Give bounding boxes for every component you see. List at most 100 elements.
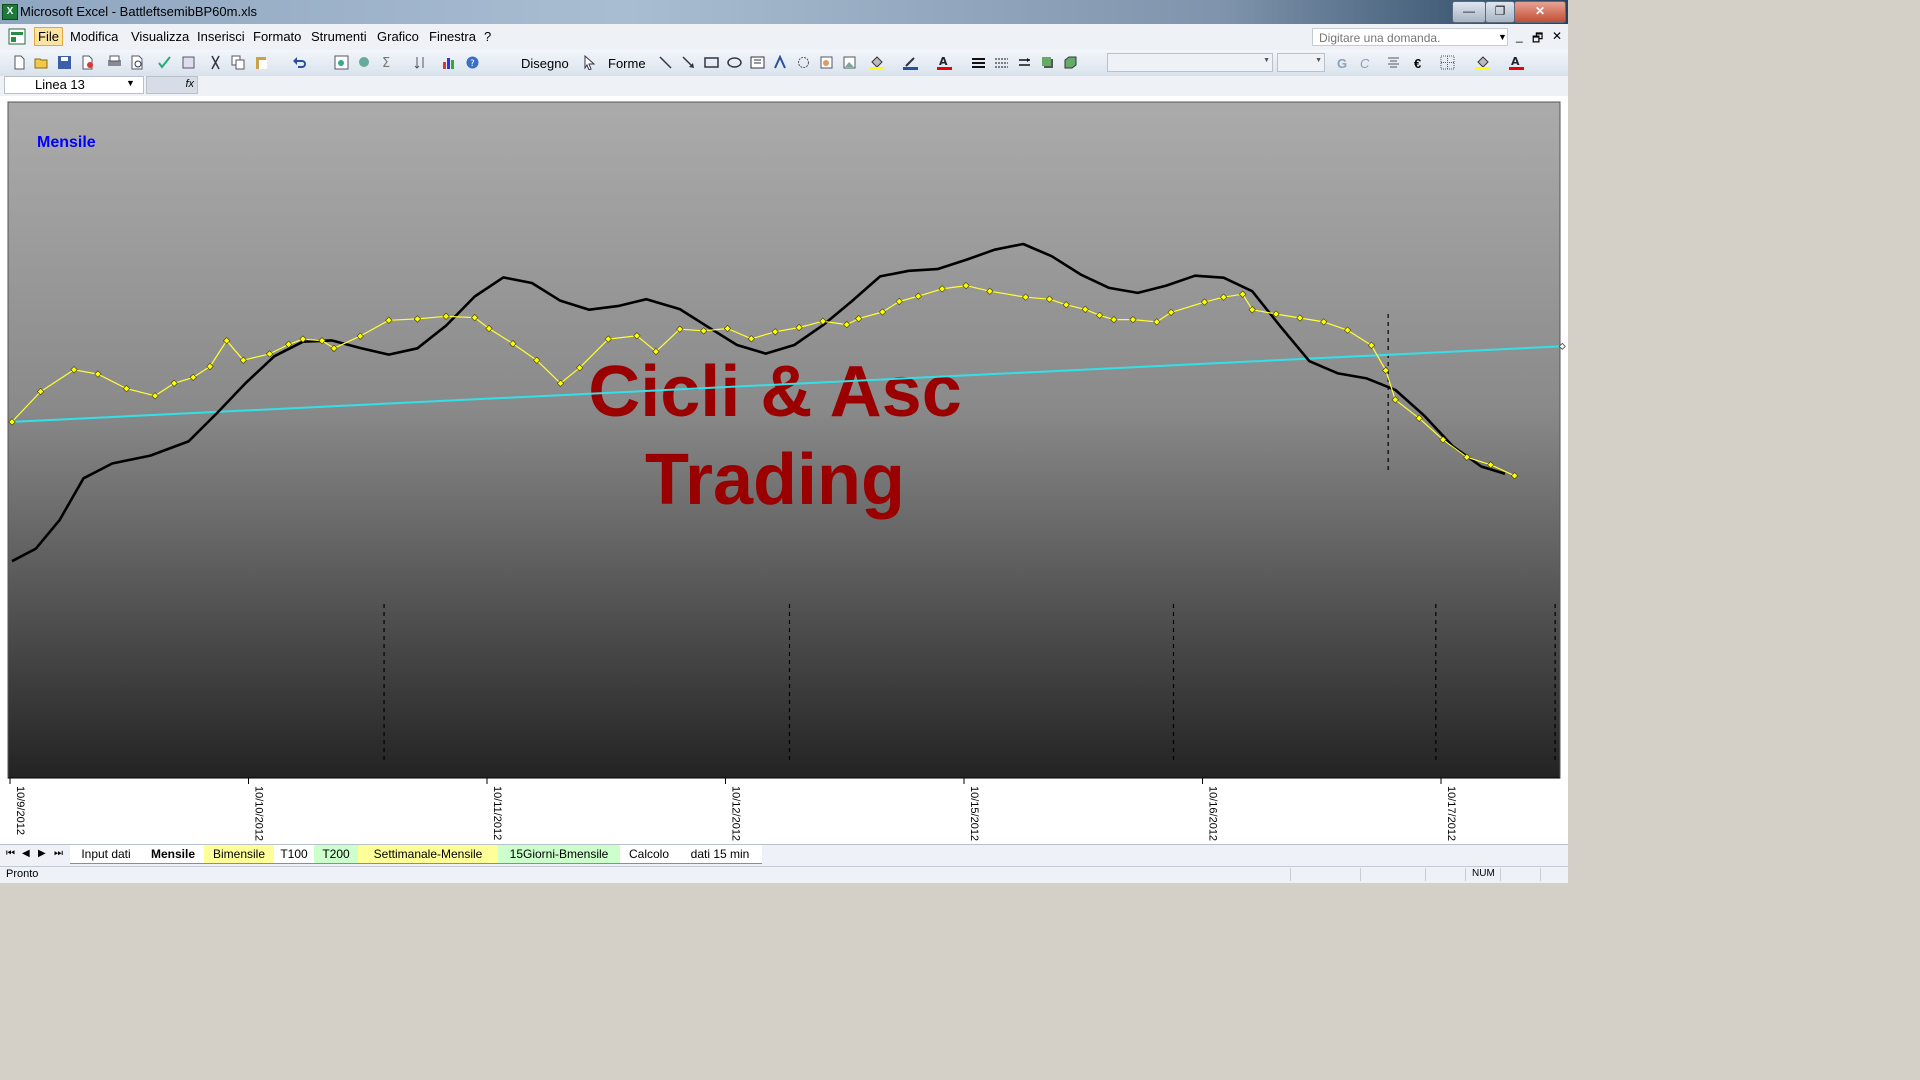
open-icon[interactable] <box>34 55 49 70</box>
paste-icon[interactable] <box>254 55 269 70</box>
cell-font-color-icon[interactable]: A <box>1509 55 1524 70</box>
restore-button[interactable]: ❐ <box>1485 1 1515 23</box>
last-sheet-icon[interactable]: ⏭ <box>54 848 63 859</box>
tab-mensile[interactable]: Mensile <box>142 845 204 864</box>
tab-dati-15-min[interactable]: dati 15 min <box>678 845 762 864</box>
sort-icon[interactable] <box>413 55 428 70</box>
italic-button[interactable]: C <box>1360 56 1369 71</box>
chart-wizard-icon[interactable] <box>441 55 456 70</box>
minimize-button[interactable]: — <box>1452 1 1486 23</box>
arrow-style-icon[interactable] <box>1017 55 1032 70</box>
clipart-icon[interactable] <box>819 55 834 70</box>
svg-text:Σ: Σ <box>382 56 390 70</box>
fx-label: fx <box>185 78 194 90</box>
prev-sheet-icon[interactable]: ◀ <box>22 848 30 859</box>
font-size-select[interactable] <box>1277 53 1325 72</box>
insert-function-button[interactable]: fx <box>146 76 198 94</box>
borders-icon[interactable] <box>1440 55 1455 70</box>
formula-bar: Linea 13 ▼ fx <box>0 76 1568 96</box>
tab-calcolo[interactable]: Calcolo <box>620 845 678 864</box>
ask-question-input[interactable]: Digitare una domanda. <box>1312 28 1508 46</box>
menu-strumenti[interactable]: Strumenti <box>311 29 367 44</box>
workbook-icon[interactable] <box>8 28 28 46</box>
next-sheet-icon[interactable]: ▶ <box>38 848 46 859</box>
menu-grafico[interactable]: Grafico <box>377 29 419 44</box>
copy-icon[interactable] <box>231 55 246 70</box>
tab-bimensile[interactable]: Bimensile <box>204 845 274 864</box>
spelling-icon[interactable] <box>157 55 172 70</box>
x-tick-label: 10/9/2012 <box>14 786 26 835</box>
chart-svg[interactable]: Cicli & Asc Trading Mensile 10/9/2012 10/… <box>0 96 1568 844</box>
num-lock-indicator: NUM <box>1472 868 1495 879</box>
autosum-icon[interactable]: Σ <box>380 55 395 70</box>
doc-close-button[interactable]: ✕ <box>1552 29 1562 43</box>
name-box[interactable]: Linea 13 <box>4 76 144 94</box>
hyperlink-icon[interactable] <box>334 55 349 70</box>
status-divider <box>1465 868 1466 881</box>
menu-finestra[interactable]: Finestra <box>429 29 476 44</box>
cut-icon[interactable] <box>208 55 223 70</box>
menu-file[interactable]: File <box>34 27 63 46</box>
autoshapes-menu[interactable]: Forme <box>608 56 646 71</box>
tab-15giorni-bmensile[interactable]: 15Giorni-Bmensile <box>498 845 620 864</box>
name-box-dropdown-icon[interactable]: ▼ <box>126 78 135 88</box>
save-icon[interactable] <box>57 55 72 70</box>
doc-minimize-button[interactable]: _ <box>1516 29 1523 43</box>
doc-restore-button[interactable]: 🗗 <box>1532 29 1543 50</box>
line-color-icon[interactable] <box>903 55 918 70</box>
fill-color-icon[interactable] <box>869 55 884 70</box>
diagram-icon[interactable] <box>796 55 811 70</box>
research-icon[interactable] <box>181 55 196 70</box>
dash-style-icon[interactable] <box>994 55 1009 70</box>
tab-t100[interactable]: T100 <box>274 845 314 864</box>
textbox-icon[interactable] <box>750 55 765 70</box>
help-icon[interactable]: ? <box>465 55 480 70</box>
line-icon[interactable] <box>658 55 673 70</box>
shadow-style-icon[interactable] <box>1040 55 1055 70</box>
font-color-icon[interactable]: A <box>937 55 952 70</box>
print-icon[interactable] <box>107 55 122 70</box>
close-button[interactable]: ✕ <box>1514 1 1566 23</box>
3d-style-icon[interactable] <box>1063 55 1078 70</box>
tab-input-dati[interactable]: Input dati <box>70 845 142 864</box>
first-sheet-icon[interactable]: ⏮ <box>6 848 15 859</box>
status-divider <box>1360 868 1361 881</box>
insert-picture-icon[interactable] <box>842 55 857 70</box>
font-name-select[interactable] <box>1107 53 1273 72</box>
euro-button[interactable]: € <box>1414 56 1421 71</box>
print-preview-icon[interactable] <box>130 55 145 70</box>
title-bar: X Microsoft Excel - BattleftsemibBP60m.x… <box>0 0 1568 24</box>
oval-icon[interactable] <box>727 55 742 70</box>
status-bar: Pronto NUM <box>0 866 1568 883</box>
status-text: Pronto <box>6 868 39 880</box>
status-divider <box>1290 868 1291 881</box>
menu-formato[interactable]: Formato <box>253 29 301 44</box>
menu-visualizza[interactable]: Visualizza <box>131 29 189 44</box>
arrow-icon[interactable] <box>681 55 696 70</box>
align-center-icon[interactable] <box>1386 55 1401 70</box>
drawing-menu[interactable]: Disegno <box>521 56 569 71</box>
chart-area[interactable]: Cicli & Asc Trading Mensile 10/9/2012 10/… <box>0 96 1568 844</box>
menu-help[interactable]: ? <box>484 29 491 44</box>
tab-settimanale-mensile[interactable]: Settimanale-Mensile <box>358 845 498 864</box>
tab-t200[interactable]: T200 <box>314 845 358 864</box>
rectangle-icon[interactable] <box>704 55 719 70</box>
bold-button[interactable]: G <box>1337 56 1347 71</box>
wordart-icon[interactable] <box>773 55 788 70</box>
line-style-icon[interactable] <box>971 55 986 70</box>
excel-icon[interactable]: X <box>2 4 18 20</box>
menu-modifica[interactable]: Modifica <box>70 29 118 44</box>
drawing-toolbar-icon[interactable] <box>357 55 372 70</box>
x-tick-label: 10/15/2012 <box>968 786 980 841</box>
permission-icon[interactable] <box>80 55 95 70</box>
new-icon[interactable] <box>12 55 27 70</box>
x-tick-label: 10/16/2012 <box>1207 786 1219 841</box>
undo-icon[interactable] <box>292 55 307 70</box>
menu-bar: File Modifica Visualizza Inserisci Forma… <box>0 24 1568 51</box>
x-tick-label: 10/11/2012 <box>491 786 503 840</box>
cell-fill-color-icon[interactable] <box>1475 55 1490 70</box>
select-objects-icon[interactable] <box>582 55 597 70</box>
x-tick-label: 10/12/2012 <box>730 786 742 841</box>
menu-inserisci[interactable]: Inserisci <box>197 29 245 44</box>
ask-dropdown-icon[interactable]: ▼ <box>1498 28 1507 46</box>
